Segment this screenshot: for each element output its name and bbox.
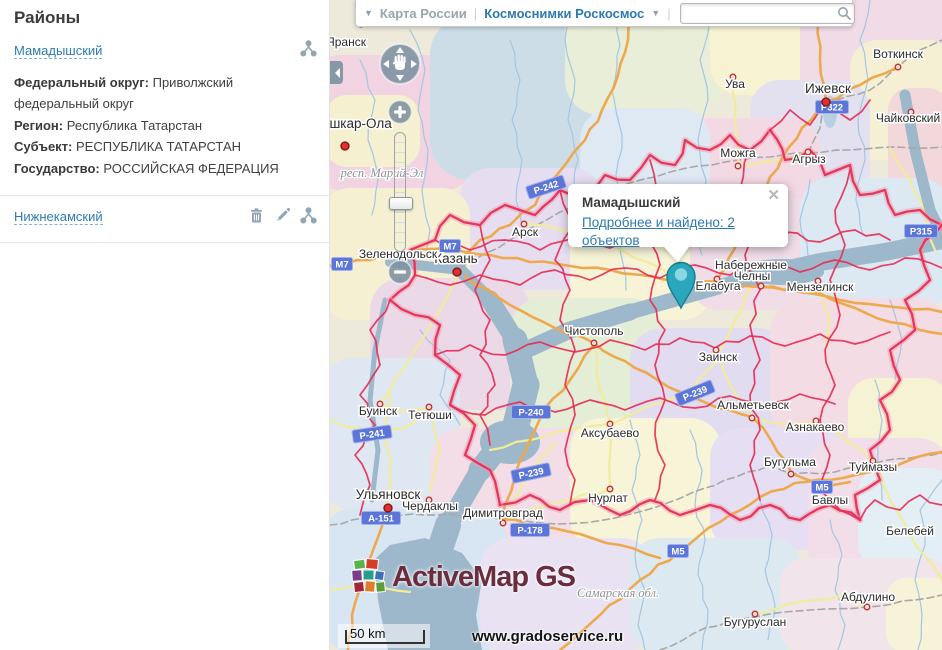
detail-row: Субъект: РЕСПУБЛИКА ТАТАРСТАН: [14, 136, 315, 157]
layer-toolbar: ▼ Карта России | Космоснимки Роскосмос ▼…: [355, 0, 853, 27]
activemap-app: Районы Мамадышский Федеральный округ: Пр…: [0, 0, 942, 650]
chevron-left-icon: [330, 68, 340, 78]
svg-text:Арск: Арск: [512, 225, 539, 239]
popup-title: Мамадышский: [582, 195, 774, 210]
share-icon[interactable]: [300, 207, 317, 224]
district-link-nizhnekamsky[interactable]: Нижнекамский: [14, 209, 103, 225]
svg-text:Мензелинск: Мензелинск: [787, 280, 854, 294]
zoom-in-button[interactable]: [387, 99, 413, 125]
zoom-slider-track[interactable]: [394, 132, 406, 252]
map-base: М7М7Р-242Р322Р315Р-240Р-241Р-239Р-239А-1…: [330, 0, 942, 650]
search-input[interactable]: [680, 3, 855, 24]
scale-line: [345, 630, 425, 644]
svg-text:Альметьевск: Альметьевск: [717, 398, 789, 412]
sidebar: Районы Мамадышский Федеральный округ: Пр…: [0, 0, 330, 650]
svg-text:М5: М5: [815, 483, 829, 494]
svg-text:Чайковский: Чайковский: [876, 111, 940, 125]
svg-text:Заинск: Заинск: [699, 350, 738, 364]
divider: |: [474, 6, 477, 21]
svg-text:Яранск: Яранск: [330, 35, 367, 49]
detail-row: Государство: РОССИЙСКАЯ ФЕДЕРАЦИЯ: [14, 158, 315, 179]
district-details: Федеральный округ: Приволжский федеральн…: [0, 66, 329, 189]
share-icon[interactable]: [300, 40, 317, 57]
svg-text:Бугульма: Бугульма: [764, 455, 816, 469]
map-marker-pin[interactable]: [661, 257, 701, 313]
svg-text:Йошкар-Ола: Йошкар-Ола: [330, 116, 392, 131]
layer-tab-base-map[interactable]: Карта России: [380, 6, 467, 21]
svg-text:Туймазы: Туймазы: [849, 460, 897, 474]
attribution-link[interactable]: www.gradoservice.ru: [472, 628, 623, 645]
detail-row: Регион: Республика Татарстан: [14, 115, 315, 136]
svg-text:Агрыз: Агрыз: [792, 152, 826, 166]
popup-details-link[interactable]: Подробнее и найдено: 2 объектов: [582, 215, 735, 248]
svg-text:Казань: Казань: [434, 251, 477, 266]
activemap-logo-icon: [350, 558, 386, 596]
svg-text:Самарская обл.: Самарская обл.: [577, 586, 659, 600]
activemap-logo-text: ActiveMap GS: [392, 561, 575, 594]
divider: [0, 195, 329, 196]
zoom-out-button[interactable]: [387, 259, 413, 285]
svg-text:Р-178: Р-178: [517, 526, 542, 537]
close-icon[interactable]: ✕: [767, 188, 780, 203]
svg-text:Нурлат: Нурлат: [588, 491, 628, 505]
district-link-mamadyshsky[interactable]: Мамадышский: [14, 43, 102, 59]
svg-text:Бавлы: Бавлы: [812, 493, 848, 507]
svg-text:Белебей: Белебей: [886, 524, 934, 538]
scale-bar: 50 km: [338, 624, 430, 648]
svg-text:Елабуга: Елабуга: [695, 279, 740, 293]
svg-text:Р-240: Р-240: [518, 408, 543, 419]
svg-text:респ. Марий-Эл: респ. Марий-Эл: [340, 166, 424, 180]
pan-control[interactable]: [378, 42, 422, 86]
svg-text:Димитровград: Димитровград: [463, 506, 543, 520]
detail-row: Федеральный округ: Приволжский федеральн…: [14, 72, 315, 115]
page-title: Районы: [0, 0, 329, 38]
svg-text:Азнакаево: Азнакаево: [786, 420, 845, 434]
layer-tab-satellite[interactable]: Космоснимки Роскосмос: [484, 6, 644, 21]
map-canvas[interactable]: М7М7Р-242Р322Р315Р-240Р-241Р-239Р-239А-1…: [330, 0, 942, 650]
svg-text:Бугуруслан: Бугуруслан: [724, 615, 787, 629]
svg-text:М7: М7: [335, 260, 348, 271]
satellite-dropdown-icon[interactable]: ▼: [651, 8, 660, 18]
zoom-slider-handle[interactable]: [389, 197, 413, 210]
svg-text:Чистополь: Чистополь: [565, 324, 624, 338]
search-icon[interactable]: [837, 6, 851, 20]
svg-text:Можга: Можга: [720, 146, 756, 160]
feature-popup: ✕ Мамадышский Подробнее и найдено: 2 объ…: [568, 184, 788, 247]
svg-text:Ижевск: Ижевск: [805, 81, 851, 96]
svg-text:Ува: Ува: [725, 77, 745, 91]
edit-icon[interactable]: [274, 207, 291, 224]
svg-text:Чердаклы: Чердаклы: [402, 499, 458, 513]
svg-text:Аксубаево: Аксубаево: [581, 426, 640, 440]
svg-text:Тетюши: Тетюши: [408, 408, 452, 422]
district-row-mamadyshsky: Мамадышский: [0, 38, 329, 66]
svg-text:М5: М5: [671, 547, 685, 558]
divider: |: [667, 6, 670, 21]
activemap-logo: ActiveMap GS: [350, 558, 575, 596]
svg-text:Р315: Р315: [910, 227, 933, 238]
layers-dropdown-icon[interactable]: ▼: [364, 8, 373, 18]
delete-icon[interactable]: [248, 207, 265, 224]
svg-text:Абдулино: Абдулино: [841, 590, 895, 604]
search-box: [680, 3, 855, 24]
divider: [0, 242, 329, 243]
svg-text:А-151: А-151: [368, 514, 395, 525]
district-row-nizhnekamsky: Нижнекамский: [0, 202, 329, 236]
svg-text:Воткинск: Воткинск: [873, 47, 923, 61]
svg-text:Буинск: Буинск: [359, 404, 398, 418]
sidebar-collapse-button[interactable]: [330, 61, 343, 84]
